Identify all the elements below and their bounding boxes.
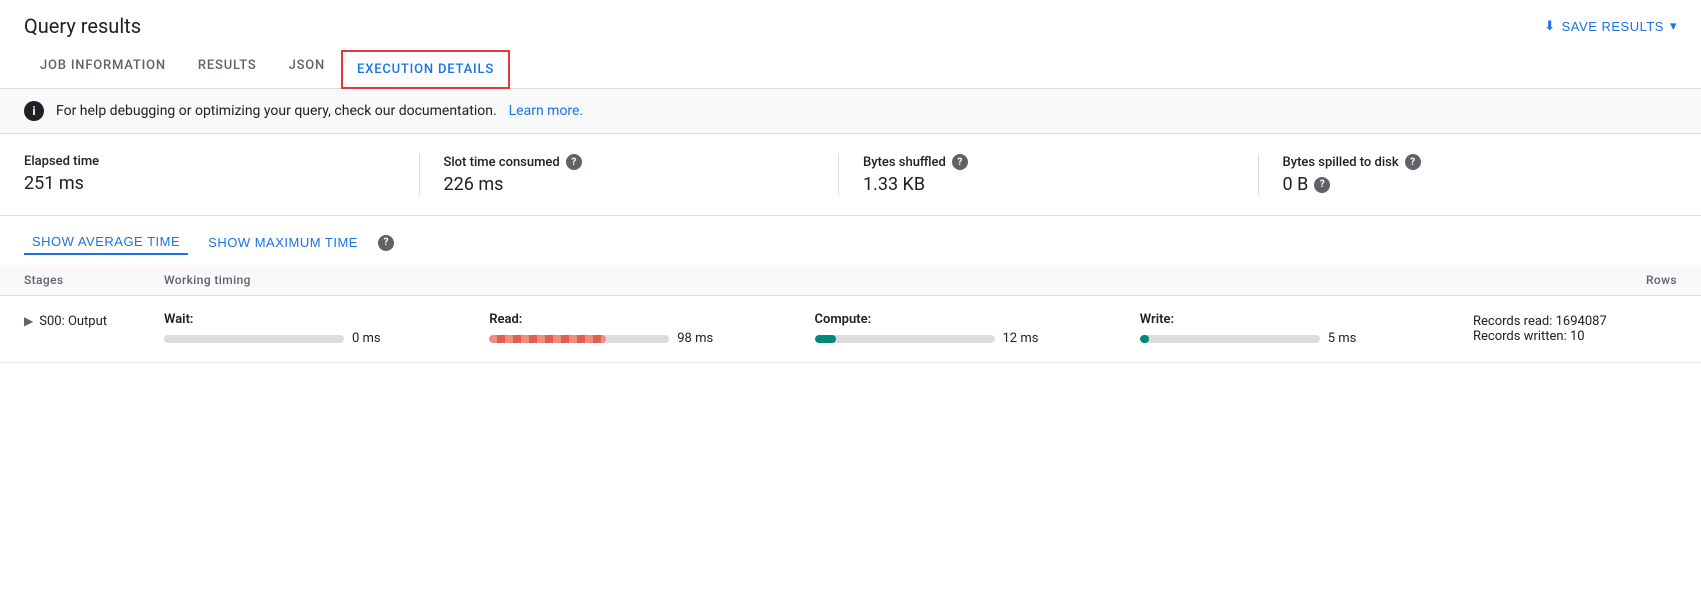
header: Query results ⬇ SAVE RESULTS ▾ <box>0 0 1701 38</box>
show-average-time-button[interactable]: SHOW AVERAGE TIME <box>24 230 188 255</box>
stage-cell: ▶ S00: Output <box>24 306 164 352</box>
compute-bar-track <box>815 335 995 343</box>
bytes-spilled-label: Bytes spilled to disk <box>1283 155 1399 170</box>
stats-row: Elapsed time 251 ms Slot time consumed ?… <box>0 134 1701 216</box>
read-bar-fill <box>489 335 606 343</box>
timing-wait: Wait: 0 ms <box>164 312 481 346</box>
wait-label: Wait: <box>164 312 481 327</box>
stat-elapsed-time: Elapsed time 251 ms <box>24 154 419 195</box>
show-maximum-time-button[interactable]: SHOW MAXIMUM TIME <box>200 231 366 254</box>
write-bar-track <box>1140 335 1320 343</box>
page-title: Query results <box>24 14 141 38</box>
elapsed-time-value: 251 ms <box>24 173 84 194</box>
tabs-bar: JOB INFORMATION RESULTS JSON EXECUTION D… <box>0 46 1701 89</box>
timing-cell: Wait: 0 ms Read: 98 ms <box>164 306 1457 352</box>
table-row: ▶ S00: Output Wait: 0 ms Read: <box>0 296 1701 363</box>
timing-grid: Wait: 0 ms Read: 98 ms <box>164 306 1457 352</box>
timing-help-icon[interactable]: ? <box>378 235 394 251</box>
records-read: Records read: 1694087 <box>1473 314 1677 329</box>
write-value: 5 ms <box>1328 331 1357 346</box>
elapsed-time-label: Elapsed time <box>24 154 99 169</box>
timing-write: Write: 5 ms <box>1140 312 1457 346</box>
bytes-shuffled-label: Bytes shuffled <box>863 155 946 170</box>
tab-execution-details[interactable]: EXECUTION DETAILS <box>341 50 510 89</box>
stat-bytes-spilled: Bytes spilled to disk ? 0 B ? <box>1258 154 1678 195</box>
read-bar-track <box>489 335 669 343</box>
info-icon: i <box>24 101 44 121</box>
records-written: Records written: 10 <box>1473 329 1677 344</box>
column-header-timing: Working timing <box>164 273 1457 287</box>
bytes-spilled-value-help-icon[interactable]: ? <box>1314 177 1330 193</box>
slot-time-label: Slot time consumed <box>444 155 560 170</box>
save-results-label: SAVE RESULTS <box>1562 19 1664 34</box>
rows-cell: Records read: 1694087 Records written: 1… <box>1457 306 1677 352</box>
info-bar: i For help debugging or optimizing your … <box>0 89 1701 134</box>
wait-bar-track <box>164 335 344 343</box>
table-header: Stages Working timing Rows <box>0 265 1701 296</box>
bytes-spilled-value: 0 B <box>1283 174 1309 195</box>
compute-value: 12 ms <box>1003 331 1039 346</box>
tab-json[interactable]: JSON <box>273 46 341 88</box>
download-icon: ⬇ <box>1544 18 1555 34</box>
tab-job-information[interactable]: JOB INFORMATION <box>24 46 182 88</box>
timing-read: Read: 98 ms <box>489 312 806 346</box>
bytes-shuffled-help-icon[interactable]: ? <box>952 154 968 170</box>
stat-bytes-shuffled: Bytes shuffled ? 1.33 KB <box>838 154 1258 195</box>
tab-results[interactable]: RESULTS <box>182 46 273 88</box>
info-text: For help debugging or optimizing your qu… <box>56 103 497 119</box>
stage-name: S00: Output <box>39 314 107 329</box>
column-header-rows: Rows <box>1457 273 1677 287</box>
stat-slot-time: Slot time consumed ? 226 ms <box>419 154 839 195</box>
read-value: 98 ms <box>677 331 713 346</box>
expand-icon[interactable]: ▶ <box>24 314 33 328</box>
wait-value: 0 ms <box>352 331 381 346</box>
toggle-row: SHOW AVERAGE TIME SHOW MAXIMUM TIME ? <box>0 216 1701 265</box>
column-header-stages: Stages <box>24 273 164 287</box>
slot-time-value: 226 ms <box>444 174 504 195</box>
write-bar-fill <box>1140 335 1149 343</box>
read-label: Read: <box>489 312 806 327</box>
learn-more-link[interactable]: Learn more. <box>509 103 584 119</box>
save-results-button[interactable]: ⬇ SAVE RESULTS ▾ <box>1544 18 1677 34</box>
compute-bar-fill <box>815 335 837 343</box>
write-label: Write: <box>1140 312 1457 327</box>
bytes-spilled-help-icon[interactable]: ? <box>1405 154 1421 170</box>
chevron-down-icon: ▾ <box>1670 18 1677 34</box>
slot-time-help-icon[interactable]: ? <box>566 154 582 170</box>
compute-label: Compute: <box>815 312 1132 327</box>
wait-bar-fill <box>164 335 168 343</box>
page: Query results ⬇ SAVE RESULTS ▾ JOB INFOR… <box>0 0 1701 613</box>
timing-compute: Compute: 12 ms <box>815 312 1132 346</box>
bytes-shuffled-value: 1.33 KB <box>863 174 925 195</box>
